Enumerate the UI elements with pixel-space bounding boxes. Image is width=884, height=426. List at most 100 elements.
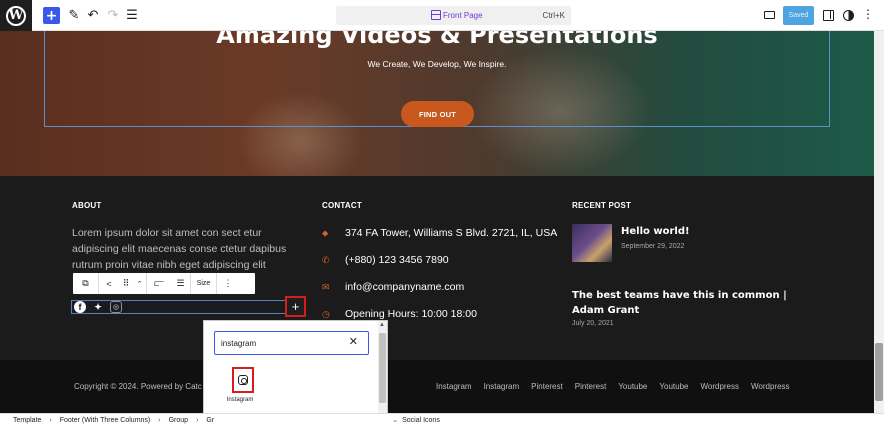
scroll-up-icon[interactable]: ▲ [379, 322, 385, 328]
settings-panel-icon[interactable] [823, 10, 834, 21]
command-palette-bar[interactable]: Front Page Ctrl+K [336, 6, 571, 25]
plus-icon: + [45, 7, 58, 24]
breadcrumb-item[interactable]: Template [13, 417, 41, 424]
inserter-search-box[interactable]: ✕ [214, 331, 369, 355]
social-icons-block[interactable]: f ✦ ◎ [71, 300, 305, 314]
wordpress-logo-button[interactable]: W [0, 0, 32, 31]
instagram-icon[interactable]: ◎ [110, 301, 122, 313]
breadcrumb-item-current[interactable]: Social Icons [402, 417, 440, 424]
inserter-search-input[interactable] [221, 336, 341, 350]
transform-block-button[interactable]: ⧉ [73, 273, 99, 294]
copyright-text: Copyright © 2024. Powered by Catc [74, 382, 202, 391]
breadcrumb-item[interactable]: Group [169, 417, 188, 424]
page-scrollbar[interactable] [874, 31, 884, 413]
envelope-icon: ✉ [322, 281, 330, 292]
breadcrumb-item[interactable]: Footer (With Three Columns) [60, 417, 151, 424]
quick-inserter-popover: ✕ Instagram ▲ ▼ [203, 320, 388, 420]
footer-section: ABOUT Lorem ipsum dolor sit amet con sec… [0, 176, 874, 360]
wordpress-icon: W [6, 5, 26, 26]
command-shortcut: Ctrl+K [542, 11, 565, 20]
recent-post-date: September 29, 2022 [621, 243, 685, 250]
phone-icon: ✆ [322, 254, 330, 265]
undo-icon: ↶ [87, 8, 99, 23]
align-center-icon: ☰ [176, 278, 185, 288]
footer-link[interactable]: Pinterest [575, 382, 607, 391]
share-icon: < [106, 278, 112, 289]
contact-email-text: info@companyname.com [345, 281, 465, 293]
footer-link[interactable]: Instagram [436, 382, 472, 391]
pen-icon: ✎ [68, 8, 80, 23]
more-options-button[interactable]: ⋮ [217, 273, 239, 294]
saved-button[interactable]: Saved [783, 6, 814, 25]
breadcrumb: Template › Footer (With Three Columns) ›… [0, 413, 884, 426]
block-toolbar: ⧉ < ⠿ ⌃ ⫍ ☰ Size ⋮ [72, 272, 256, 295]
breadcrumb-item[interactable]: Gr [206, 417, 214, 424]
footer-link[interactable]: Wordpress [700, 382, 739, 391]
document-overview-button[interactable]: ☰ [125, 7, 139, 24]
hero-subtitle: We Create, We Develop, We Inspire. [367, 59, 507, 69]
add-social-icon-button[interactable]: + [285, 296, 306, 317]
contact-phone: ✆ (+880) 123 3456 7890 [322, 253, 449, 267]
share-button[interactable]: < [99, 273, 119, 294]
justify-left-button[interactable]: ⫍ [147, 273, 171, 294]
contact-heading: CONTACT [322, 201, 362, 210]
contact-hours: ◷ Opening Hours: 10:00 18:00 [322, 307, 477, 321]
hero-cover-block[interactable]: Amazing Videos & Presentations We Create… [0, 31, 874, 176]
undo-button[interactable]: ↶ [86, 7, 100, 24]
tools-button[interactable]: ✎ [67, 7, 81, 24]
recent-post-thumbnail[interactable] [572, 224, 612, 262]
size-button[interactable]: Size [191, 273, 217, 294]
block-inserter-button[interactable]: + [43, 7, 60, 24]
scrollbar-thumb[interactable] [379, 333, 386, 403]
contact-phone-text: (+880) 123 3456 7890 [345, 254, 449, 266]
editor-top-bar: W + ✎ ↶ ↷ ☰ Front Page Ctrl+K Saved ⋮ [0, 0, 884, 31]
chevron-right-icon: › [49, 416, 52, 424]
inserter-scrollbar[interactable]: ▲ ▼ [378, 321, 387, 419]
more-icon[interactable]: ⋮ [862, 7, 874, 21]
recent-post-title[interactable]: Hello world! [621, 226, 690, 237]
template-icon [431, 10, 441, 20]
about-text: Lorem ipsum dolor sit amet con sect etur… [72, 227, 287, 271]
find-out-button[interactable]: FIND OUT [401, 101, 474, 127]
about-heading: ABOUT [72, 201, 102, 210]
redo-button[interactable]: ↷ [106, 7, 120, 24]
footer-link[interactable]: Instagram [484, 382, 520, 391]
move-up-down-button[interactable]: ⌃ [133, 273, 147, 294]
plus-icon: + [291, 299, 300, 314]
footer-link[interactable]: Youtube [618, 382, 647, 391]
drag-handle[interactable]: ⠿ [119, 273, 133, 294]
clock-icon: ◷ [322, 308, 330, 319]
justify-left-icon: ⫍ [154, 278, 164, 288]
hero-title: Amazing Videos & Presentations [216, 31, 658, 49]
contact-hours-text: Opening Hours: 10:00 18:00 [345, 308, 477, 320]
page-scrollbar-thumb[interactable] [875, 343, 883, 401]
contact-address: ⬥ 374 FA Tower, Williams S Blvd. 2721, I… [322, 226, 557, 240]
more-icon: ⋮ [223, 278, 233, 288]
footer-link[interactable]: Pinterest [531, 382, 563, 391]
chevron-right-icon: › [196, 416, 199, 424]
footer-link[interactable]: Youtube [659, 382, 688, 391]
recent-post-date-2: July 20, 2021 [572, 320, 614, 327]
facebook-icon[interactable]: f [74, 301, 86, 313]
chevron-right-icon: › [158, 416, 161, 424]
instagram-result-label: Instagram [226, 397, 254, 403]
location-pin-icon: ⬥ [322, 227, 329, 238]
footer-links: Instagram Instagram Pinterest Pinterest … [436, 382, 790, 391]
instagram-block-result[interactable] [232, 367, 254, 393]
contact-email: ✉ info@companyname.com [322, 280, 464, 294]
contact-address-text: 374 FA Tower, Williams S Blvd. 2721, IL,… [345, 227, 558, 239]
recent-post-heading: RECENT POST [572, 201, 632, 210]
document-title: Front Page [443, 11, 483, 20]
close-icon[interactable]: ✕ [349, 335, 358, 348]
duplicate-icon: ⧉ [82, 278, 89, 288]
twitter-icon[interactable]: ✦ [92, 301, 104, 313]
list-view-icon: ☰ [126, 8, 138, 23]
recent-post-title-2[interactable]: The best teams have this in common | Ada… [572, 288, 812, 318]
drag-icon: ⠿ [122, 278, 130, 288]
chevron-down-icon: ⌄ [392, 417, 399, 424]
styles-icon[interactable] [843, 10, 854, 21]
chevron-up-down-icon: ⌃ [136, 280, 143, 288]
footer-link[interactable]: Wordpress [751, 382, 790, 391]
desktop-icon[interactable] [764, 11, 775, 19]
justify-center-button[interactable]: ☰ [171, 273, 191, 294]
